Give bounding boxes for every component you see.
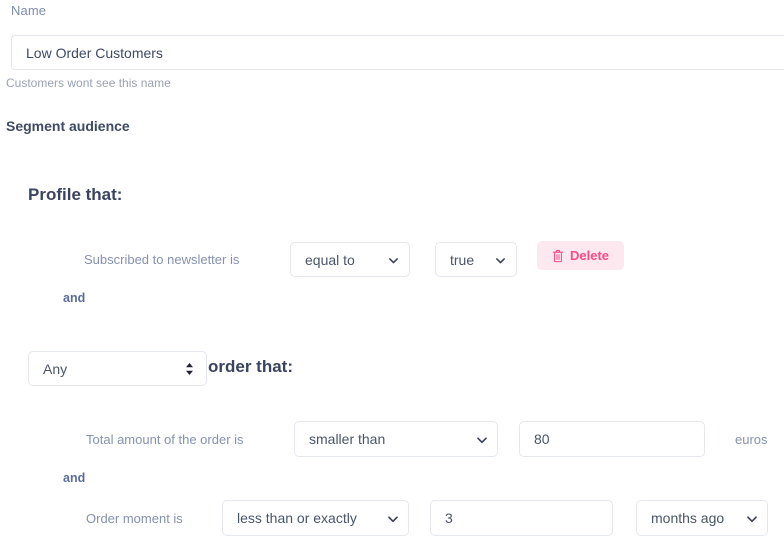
select-newsletter-operator-value: equal to: [305, 251, 355, 268]
chevron-down-icon: [388, 255, 399, 266]
segment-audience-heading: Segment audience: [6, 118, 130, 134]
select-newsletter-operator[interactable]: equal to: [290, 242, 410, 277]
chevron-down-icon: [476, 434, 487, 445]
updown-arrows-icon: [185, 362, 194, 376]
input-order-moment-amount[interactable]: [430, 500, 613, 536]
connector-and-order: and: [63, 471, 86, 485]
select-total-amount-operator-value: smaller than: [309, 431, 386, 447]
select-newsletter-value-text: true: [450, 251, 475, 268]
rule-label-total-amount: Total amount of the order is: [86, 432, 244, 447]
select-order-moment-operator[interactable]: less than or exactly: [222, 500, 409, 536]
select-total-amount-operator[interactable]: smaller than: [294, 421, 498, 457]
rule-label-order-moment: Order moment is: [86, 511, 183, 526]
select-newsletter-value[interactable]: true: [435, 242, 517, 277]
profile-that-heading: Profile that:: [28, 185, 123, 204]
name-input[interactable]: [11, 35, 784, 70]
name-field-help-text: Customers wont see this name: [6, 76, 171, 90]
chevron-down-icon: [746, 513, 757, 524]
input-total-amount[interactable]: [519, 421, 705, 457]
select-order-scope-value: Any: [43, 360, 68, 377]
select-order-moment-operator-value: less than or exactly: [237, 510, 357, 526]
select-order-moment-unit[interactable]: months ago: [636, 500, 768, 536]
trash-icon: [552, 249, 564, 263]
rule-label-subscribed-to-newsletter: Subscribed to newsletter is: [84, 252, 240, 267]
chevron-down-icon: [495, 255, 506, 266]
select-order-scope[interactable]: Any: [28, 351, 207, 386]
delete-rule-label: Delete: [569, 248, 610, 263]
select-order-moment-unit-value: months ago: [651, 510, 725, 526]
chevron-down-icon: [387, 513, 398, 524]
total-amount-unit-label: euros: [735, 432, 768, 447]
connector-and-profile: and: [63, 291, 86, 305]
order-that-heading: order that:: [208, 357, 293, 376]
name-field-label: Name: [11, 3, 47, 18]
delete-rule-button[interactable]: Delete: [537, 241, 624, 270]
